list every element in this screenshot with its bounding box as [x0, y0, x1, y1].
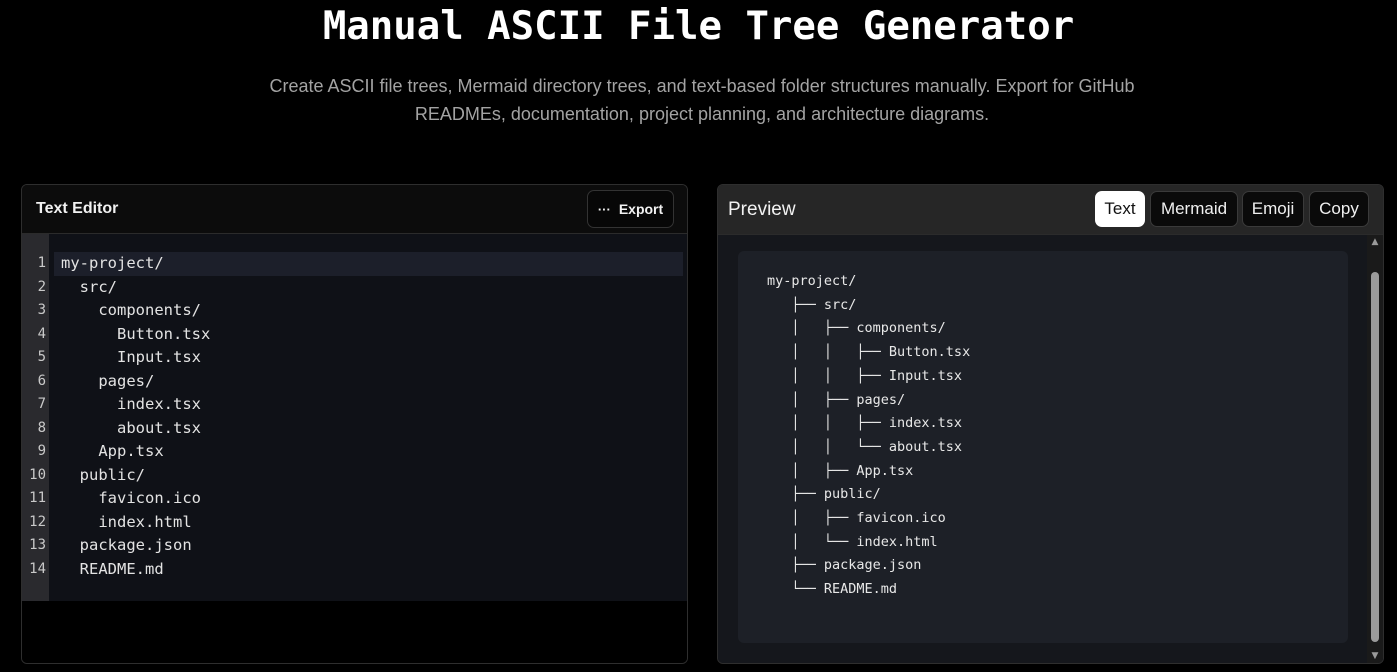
code-editor[interactable]: 1 2 3 4 5 6 7 8 9 10 11 12 13 14 my-proj…: [22, 234, 687, 601]
line-number: 5: [37, 349, 46, 365]
line-number-gutter: 1 2 3 4 5 6 7 8 9 10 11 12 13 14: [22, 234, 49, 601]
line-number: 11: [29, 490, 46, 506]
triangle-down-icon[interactable]: ▼: [1370, 651, 1380, 661]
code-line[interactable]: src/: [54, 276, 683, 300]
tree-line: │ ├── pages/: [767, 391, 906, 408]
ascii-tree-output: my-project/ ├── src/ │ ├── components/ │…: [738, 251, 1348, 643]
line-number: 9: [37, 443, 46, 459]
code-line[interactable]: pages/: [54, 370, 683, 394]
preview-body: my-project/ ├── src/ │ ├── components/ │…: [718, 235, 1383, 663]
preview-header: Preview Text Mermaid Emoji Copy: [718, 185, 1383, 235]
preview-title: Preview: [728, 199, 796, 220]
tree-line: │ └── index.html: [767, 533, 938, 550]
page-subtitle: Create ASCII file trees, Mermaid directo…: [228, 72, 1176, 128]
tab-text[interactable]: Text: [1095, 191, 1145, 227]
tree-line: └── README.md: [767, 581, 898, 598]
subtitle-line-1: Create ASCII file trees, Mermaid directo…: [269, 76, 1135, 96]
line-number: 6: [37, 372, 46, 389]
tree-line: │ │ ├── Button.tsx: [767, 344, 971, 361]
copy-button[interactable]: Copy: [1309, 191, 1369, 227]
line-number: 7: [37, 396, 46, 412]
line-number: 2: [37, 278, 46, 295]
line-number: 4: [37, 325, 46, 342]
preview-scrollbar[interactable]: ▲ ▼: [1367, 235, 1383, 663]
tab-emoji[interactable]: Emoji: [1242, 191, 1304, 227]
code-line[interactable]: Input.tsx: [54, 346, 683, 370]
code-line[interactable]: index.html: [54, 511, 683, 535]
code-line[interactable]: App.tsx: [54, 440, 683, 464]
code-line[interactable]: public/: [54, 464, 683, 488]
text-editor-panel: Text Editor ··· Export 1 2 3 4 5 6 7 8 9…: [21, 184, 688, 664]
export-label: Export: [618, 201, 664, 217]
tree-line: │ ├── favicon.ico: [767, 510, 946, 526]
line-number: 1: [37, 255, 46, 271]
code-line[interactable]: index.tsx: [54, 393, 683, 417]
code-line[interactable]: components/: [54, 299, 683, 323]
subtitle-line-2: READMEs, documentation, project planning…: [414, 104, 990, 124]
preview-panel: Preview Text Mermaid Emoji Copy my-proje…: [717, 184, 1384, 664]
line-number: 3: [37, 302, 46, 318]
editor-title: Text Editor: [36, 200, 119, 217]
line-number: 14: [29, 560, 46, 577]
triangle-up-icon[interactable]: ▲: [1370, 237, 1380, 247]
line-number: 13: [29, 537, 46, 553]
line-number: 8: [37, 419, 46, 436]
editor-footer: [22, 601, 687, 663]
line-number: 10: [29, 466, 46, 483]
tree-line: │ │ └── about.tsx: [767, 438, 963, 455]
code-line[interactable]: Button.tsx: [54, 323, 683, 347]
dots-horizontal-icon: ···: [597, 201, 611, 217]
tree-line: my-project/: [767, 273, 857, 289]
code-line-active[interactable]: my-project/: [54, 252, 683, 276]
tree-line: │ │ ├── index.tsx: [767, 415, 963, 432]
code-line[interactable]: package.json: [54, 534, 683, 558]
tree-line: │ ├── App.tsx: [767, 462, 914, 479]
code-line[interactable]: favicon.ico: [54, 487, 683, 511]
line-number: 12: [29, 513, 46, 530]
tree-line: ├── public/: [767, 486, 881, 503]
scroll-thumb[interactable]: [1371, 272, 1379, 642]
tree-line: ├── src/: [767, 296, 857, 313]
tree-line: │ ├── components/: [767, 320, 946, 337]
tree-line: ├── package.json: [767, 557, 922, 574]
code-line[interactable]: README.md: [54, 558, 683, 582]
tree-line: │ │ ├── Input.tsx: [767, 367, 963, 384]
code-line[interactable]: about.tsx: [54, 417, 683, 441]
page-title: Manual ASCII File Tree Generator: [322, 4, 1075, 49]
export-button[interactable]: ··· Export: [587, 190, 674, 228]
editor-header: Text Editor ··· Export: [22, 185, 687, 234]
tab-mermaid[interactable]: Mermaid: [1150, 191, 1238, 227]
